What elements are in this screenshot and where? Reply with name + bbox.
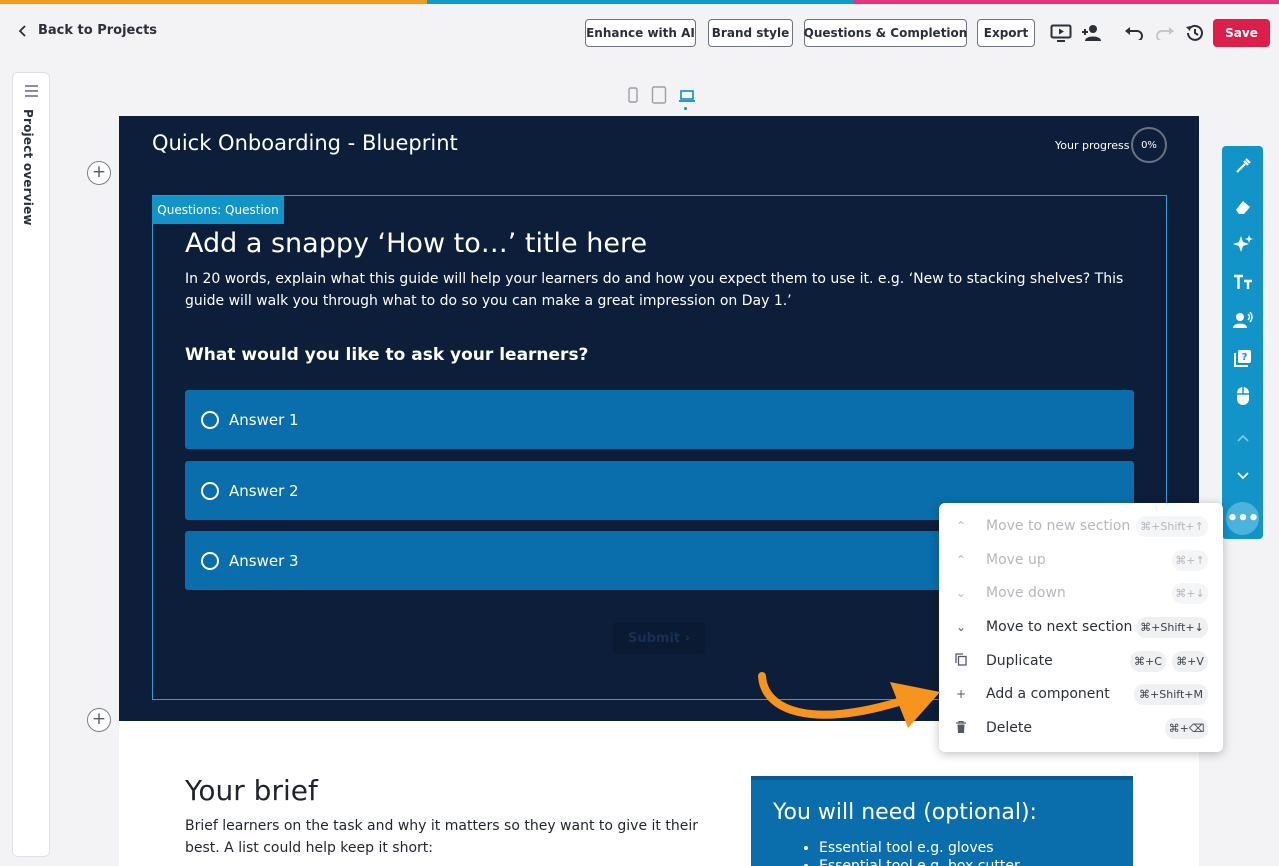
pointer-arrow — [758, 672, 940, 728]
menu-item-move-to-next-section[interactable]: ⌄ Move to next section ⌘+Shift+↓ — [939, 610, 1223, 644]
menu-item-move-up[interactable]: ⌃ Move up ⌘+↑ — [939, 543, 1223, 577]
question-description[interactable]: In 20 words, explain what this guide wil… — [185, 268, 1135, 312]
redo-icon[interactable] — [1154, 22, 1176, 44]
menu-label: Move to new section — [986, 518, 1131, 534]
list-item: Essential tool e.g. box cutter — [819, 857, 1020, 866]
shortcut-badge: ⌘+Shift+M — [1134, 684, 1208, 705]
undo-icon[interactable] — [1123, 22, 1145, 44]
sparkles-icon[interactable] — [1222, 226, 1263, 262]
shortcut-badge: ⌘+Shift+↓ — [1136, 617, 1208, 638]
menu-label: Move up — [986, 552, 1046, 568]
menu-label: Add a component — [986, 686, 1110, 702]
questions-completion-button[interactable]: Questions & Completion — [804, 19, 967, 47]
shortcut-badge: ⌘+Shift+↑ — [1136, 516, 1208, 537]
text-size-icon[interactable] — [1222, 264, 1263, 300]
question-title[interactable]: Add a snappy ‘How to…’ title here — [185, 228, 647, 259]
shortcut-badge: ⌘+C — [1130, 651, 1166, 672]
you-will-need-title: You will need (optional): — [773, 800, 1037, 825]
chevron-up-icon[interactable] — [1222, 420, 1263, 456]
phone-icon[interactable] — [626, 87, 640, 107]
quiz-icon[interactable]: ? — [1222, 340, 1263, 376]
tablet-icon[interactable] — [651, 86, 667, 108]
project-overview-label: Project overview — [21, 109, 35, 226]
submit-button[interactable]: Submit › — [613, 622, 705, 654]
shortcut-badge: ⌘+↓ — [1172, 583, 1208, 604]
laptop-icon[interactable] — [678, 88, 696, 110]
header-bar: Back to Projects Enhance with AI Brand s… — [0, 4, 1279, 60]
menu-label: Duplicate — [986, 653, 1053, 669]
progress-indicator: 0% — [1131, 127, 1167, 163]
menu-item-add-a-component[interactable]: + Add a component ⌘+Shift+M — [939, 677, 1223, 711]
device-switcher — [626, 86, 696, 110]
project-overview-panel[interactable]: Project overview — [12, 72, 50, 857]
export-button[interactable]: Export — [977, 19, 1035, 47]
chevron-down-icon[interactable] — [1222, 458, 1263, 494]
save-button[interactable]: Save — [1213, 19, 1270, 47]
menu-item-delete[interactable]: Delete ⌘+⌫ — [939, 711, 1223, 745]
component-context-menu: ⌃ Move to new section ⌘+Shift+↑ ⌃ Move u… — [939, 503, 1223, 752]
radio-icon — [201, 410, 219, 429]
you-will-need-box[interactable]: You will need (optional): Essential tool… — [751, 776, 1133, 866]
course-title: Quick Onboarding - Blueprint — [152, 131, 458, 155]
chevron-left-icon — [18, 24, 26, 37]
chevron-down-icon: ⌄ — [955, 586, 967, 600]
answer-option[interactable]: Answer 1 — [185, 390, 1134, 449]
back-label: Back to Projects — [38, 23, 158, 38]
brief-text[interactable]: Brief learners on the task and why it ma… — [185, 815, 730, 859]
menu-label: Move to next section — [986, 619, 1133, 635]
submit-label: Submit — [627, 630, 681, 646]
component-tag: Questions: Question — [152, 196, 284, 224]
menu-item-move-down[interactable]: ⌄ Move down ⌘+↓ — [939, 576, 1223, 610]
present-icon[interactable] — [1050, 22, 1072, 44]
answer-label: Answer 3 — [229, 551, 299, 570]
menu-label: Move down — [986, 585, 1066, 601]
copy-icon — [953, 653, 969, 669]
menu-item-move-to-new-section[interactable]: ⌃ Move to new section ⌘+Shift+↑ — [939, 509, 1223, 543]
shortcut-badge: ⌘+V — [1172, 651, 1208, 672]
progress-label: Your progress — [1055, 139, 1130, 152]
question-prompt[interactable]: What would you like to ask your learners… — [185, 345, 588, 365]
answer-label: Answer 2 — [229, 481, 299, 500]
pipette-icon[interactable] — [1222, 148, 1263, 184]
add-section-button[interactable]: + — [87, 161, 111, 185]
back-to-projects-link[interactable]: Back to Projects — [18, 23, 157, 38]
more-icon[interactable]: ••• — [1226, 502, 1259, 535]
brief-title[interactable]: Your brief — [185, 774, 318, 807]
shortcut-badge: ⌘+↑ — [1172, 550, 1208, 571]
component-toolbar: ? — [1222, 146, 1263, 539]
list-item: Essential tool e.g. gloves — [819, 839, 1020, 857]
menu-label: Delete — [986, 720, 1032, 736]
chevron-up-icon: ⌃ — [955, 553, 967, 567]
menu-item-duplicate[interactable]: Duplicate ⌘+C ⌘+V — [939, 644, 1223, 678]
history-icon[interactable] — [1184, 22, 1206, 44]
add-section-button[interactable]: + — [87, 708, 111, 732]
brand-style-button[interactable]: Brand style — [708, 19, 793, 47]
svg-text:?: ? — [1241, 352, 1247, 363]
hamburger-icon[interactable] — [25, 85, 38, 100]
double-chevron-up-icon: ⌃ — [955, 519, 967, 533]
double-chevron-down-icon: ⌄ — [955, 620, 967, 634]
voice-icon[interactable] — [1222, 302, 1263, 338]
shortcut-badge: ⌘+⌫ — [1165, 718, 1208, 739]
radio-icon — [201, 481, 219, 500]
eraser-icon[interactable] — [1222, 189, 1263, 225]
radio-icon — [201, 551, 219, 570]
enhance-with-ai-button[interactable]: Enhance with AI — [585, 19, 696, 47]
answer-label: Answer 1 — [229, 410, 299, 429]
mouse-icon[interactable] — [1222, 378, 1263, 414]
add-user-icon[interactable] — [1081, 22, 1103, 44]
